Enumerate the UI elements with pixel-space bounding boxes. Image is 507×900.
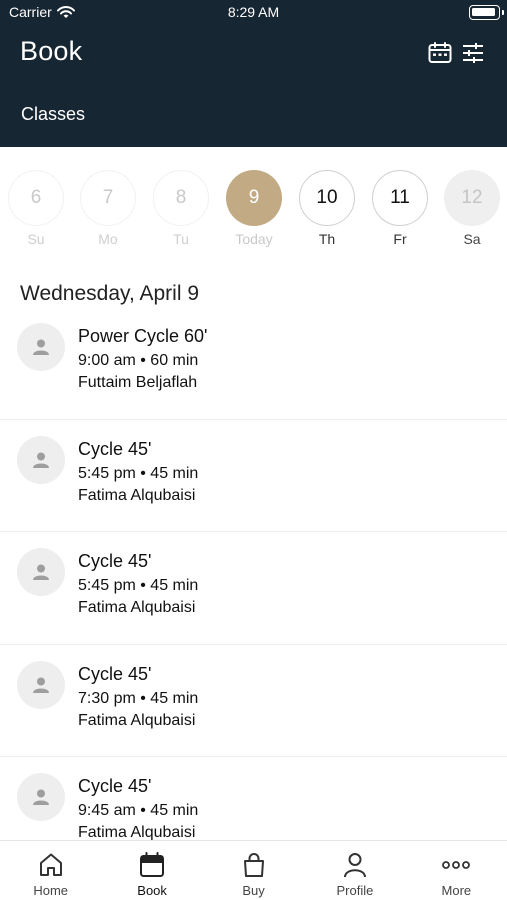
day-label: Today [235, 231, 273, 247]
shopping-bag-icon [243, 853, 264, 877]
person-icon [33, 564, 49, 580]
day-number: 11 [372, 170, 428, 226]
class-time: 7:30 pm • 45 min [78, 689, 199, 707]
day-selector: 6 Su 7 Mo 8 Tu 9 Today 10 Th 11 Fr 12 Sa [0, 170, 507, 250]
day-item-10[interactable]: 10 Th [299, 170, 355, 247]
day-item-7[interactable]: 7 Mo [80, 170, 136, 247]
class-name: Cycle 45' [78, 776, 152, 796]
class-instructor: Fatima Alqubaisi [78, 486, 196, 504]
day-item-8[interactable]: 8 Tu [153, 170, 209, 247]
avatar [17, 435, 65, 484]
tab-label: Home [33, 883, 69, 898]
class-time: 9:00 am • 60 min [78, 352, 199, 369]
class-time: 5:45 pm • 45 min [78, 464, 199, 482]
class-row[interactable]: Cycle 45' 9:45 am • 45 min Fatima Alquba… [0, 757, 507, 840]
page-title: Book [20, 36, 83, 66]
class-instructor: Fatima Alqubaisi [78, 711, 196, 729]
class-row[interactable]: Power Cycle 60' 9:00 am • 60 min Futtaim… [0, 307, 507, 420]
day-item-today[interactable]: 9 Today [226, 170, 282, 247]
calendar-icon [140, 852, 165, 877]
class-name: Power Cycle 60' [78, 326, 208, 346]
tab-label: Buy [242, 883, 265, 898]
person-icon [33, 789, 49, 805]
section-subtitle: Classes [21, 104, 86, 124]
status-time: 8:29 AM [227, 4, 280, 20]
day-label: Th [318, 231, 336, 247]
tab-home[interactable]: Home [0, 841, 101, 900]
avatar [17, 323, 65, 371]
day-label: Fr [393, 231, 407, 247]
tab-book[interactable]: Book [101, 841, 202, 900]
tab-profile[interactable]: Profile [304, 841, 405, 900]
bottom-tab-bar: Home Book Buy Profile More [0, 840, 507, 900]
status-bar: Carrier 8:29 AM [0, 0, 507, 26]
class-time: 9:45 am • 45 min [78, 802, 199, 819]
tab-label: Book [137, 883, 167, 898]
day-number: 10 [299, 170, 355, 226]
class-list[interactable]: Power Cycle 60' 9:00 am • 60 min Futtaim… [0, 307, 507, 840]
day-number: 6 [8, 170, 64, 226]
tab-label: Profile [336, 883, 374, 898]
more-dots-icon [442, 861, 471, 869]
class-row[interactable]: Cycle 45' 5:45 pm • 45 min Fatima Alquba… [0, 532, 507, 645]
day-label: Sa [463, 231, 481, 247]
person-icon [343, 853, 366, 878]
day-label: Tu [173, 231, 189, 247]
class-instructor: Futtaim Beljaflah [78, 374, 198, 391]
filter-sliders-icon[interactable] [460, 40, 486, 66]
day-label: Mo [98, 231, 118, 247]
day-item-12[interactable]: 12 Sa [444, 170, 500, 247]
day-number: 8 [153, 170, 209, 226]
class-time: 5:45 pm • 45 min [78, 577, 199, 594]
date-heading: Wednesday, April 9 [20, 282, 199, 305]
day-item-11[interactable]: 11 Fr [372, 170, 428, 247]
person-icon [33, 677, 49, 693]
class-instructor: Fatima Alqubaisi [78, 824, 196, 840]
battery-icon [469, 5, 504, 20]
tab-buy[interactable]: Buy [203, 841, 304, 900]
class-name: Cycle 45' [78, 663, 152, 684]
day-number: 12 [444, 170, 500, 226]
person-icon [33, 339, 49, 355]
day-label: Su [27, 231, 45, 247]
calendar-icon[interactable] [427, 40, 453, 66]
class-row[interactable]: Cycle 45' 7:30 pm • 45 min Fatima Alquba… [0, 645, 507, 757]
day-item-6[interactable]: 6 Su [8, 170, 64, 247]
class-name: Cycle 45' [78, 438, 152, 459]
day-number: 7 [80, 170, 136, 226]
person-icon [33, 452, 49, 468]
avatar [17, 548, 65, 596]
avatar [17, 773, 65, 821]
tab-more[interactable]: More [406, 841, 507, 900]
top-header: Carrier 8:29 AM Book Classes [0, 0, 507, 147]
home-icon [39, 853, 62, 876]
tab-label: More [441, 883, 472, 898]
avatar [17, 660, 65, 709]
class-instructor: Fatima Alqubaisi [78, 599, 196, 616]
class-row[interactable]: Cycle 45' 5:45 pm • 45 min Fatima Alquba… [0, 420, 507, 532]
day-number: 9 [226, 170, 282, 226]
class-name: Cycle 45' [78, 551, 152, 571]
